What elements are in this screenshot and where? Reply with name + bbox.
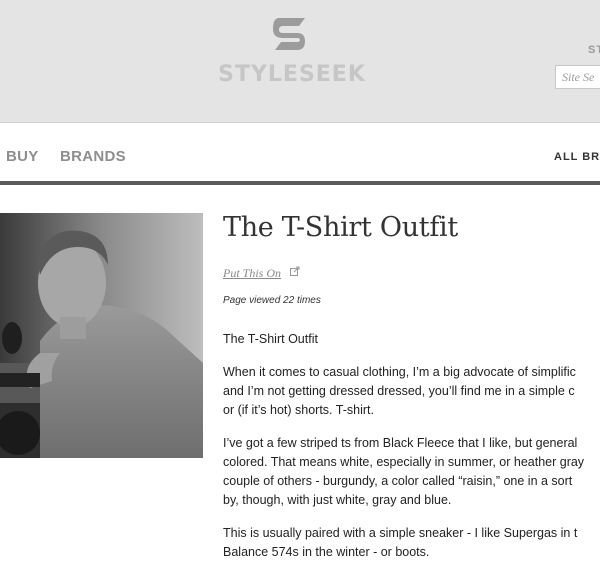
article-photo (0, 213, 203, 458)
header-top-link[interactable]: ST (588, 44, 600, 56)
paragraph-line: I’ve got a few striped ts from Black Fle… (223, 436, 578, 450)
page-view-count: Page viewed 22 times (223, 295, 321, 306)
external-link-icon[interactable] (290, 266, 300, 276)
article-paragraph: When it comes to casual clothing, I’m a … (223, 363, 600, 420)
article-paragraph: The T-Shirt Outfit (223, 330, 600, 349)
site-search-input[interactable] (555, 65, 600, 89)
paragraph-line: couple of others - burgundy, a color cal… (223, 474, 573, 488)
nav-item-all-brands[interactable]: ALL BRA (554, 151, 600, 163)
article-body: The T-Shirt Outfit When it comes to casu… (223, 330, 600, 576)
styleseek-logo-icon[interactable] (269, 14, 313, 54)
article-paragraph: This is usually paired with a simple sne… (223, 524, 600, 562)
paragraph-line: The T-Shirt Outfit (223, 332, 318, 346)
nav-item-brands[interactable]: BRANDS (60, 148, 126, 165)
photo-man-on-motorcycle-icon (0, 213, 203, 458)
paragraph-line: This is usually paired with a simple sne… (223, 526, 578, 540)
logo-wordmark[interactable]: STYLESEEK (200, 62, 384, 87)
paragraph-line: When it comes to casual clothing, I’m a … (223, 365, 576, 379)
nav-item-buy[interactable]: BUY (6, 148, 39, 165)
paragraph-line: by, though, with just white, gray and bl… (223, 493, 452, 507)
paragraph-line: Balance 574s in the winter - or boots. (223, 545, 430, 559)
paragraph-line: and I’m not getting dressed dressed, you… (223, 384, 575, 398)
nav-divider (0, 181, 600, 185)
site-header: STYLESEEK ST (0, 0, 600, 123)
paragraph-line: colored. That means white, especially in… (223, 455, 585, 469)
article-title: The T-Shirt Outfit (223, 212, 458, 243)
paragraph-line: or (if it’s hot) shorts. T-shirt. (223, 403, 374, 417)
source-link[interactable]: Put This On (223, 266, 281, 281)
main-nav: BUY BRANDS ALL BRA (0, 123, 600, 181)
article-paragraph: I’ve got a few striped ts from Black Fle… (223, 434, 600, 510)
